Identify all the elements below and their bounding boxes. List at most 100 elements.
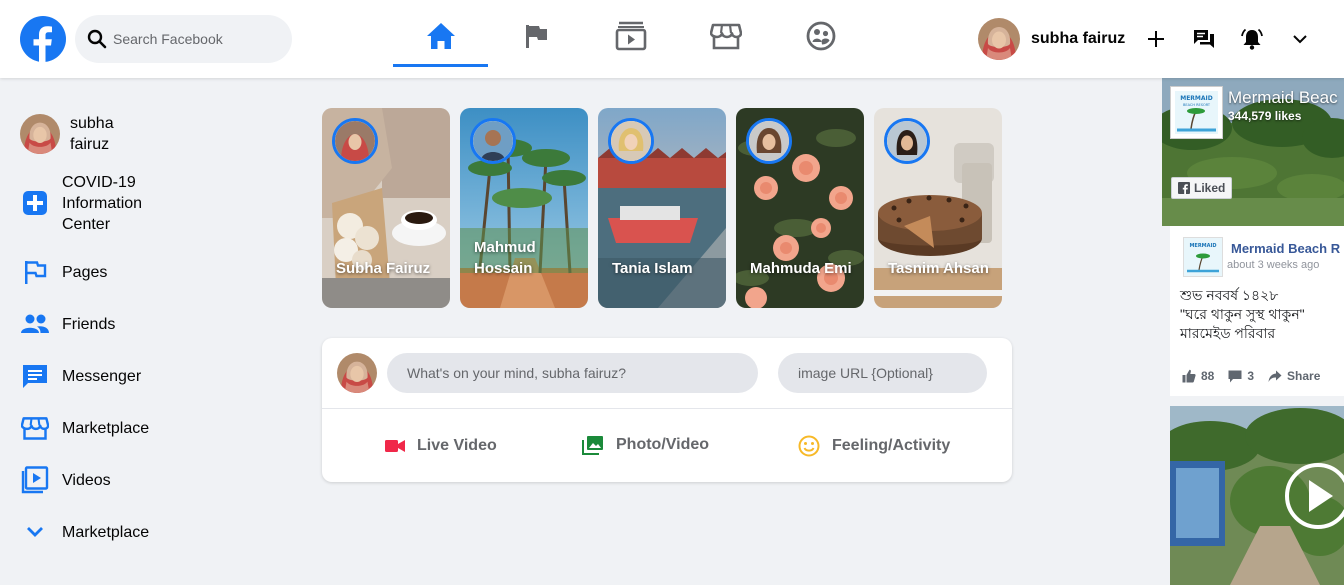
feeling-activity-label: Feeling/Activity [832,437,951,454]
photo-icon [582,435,604,455]
liked-label: Liked [1194,181,1226,195]
notifications-button[interactable] [1240,26,1264,52]
story-card[interactable]: Tania Islam [598,108,726,308]
search-bar[interactable] [75,15,292,63]
page-video[interactable] [1170,406,1344,585]
page-title[interactable]: Mermaid Beac [1228,88,1338,108]
sidebar-item-pages[interactable]: Pages [20,246,200,298]
create-button[interactable] [1144,26,1168,52]
story-card[interactable]: Tasnim Ahsan [874,108,1002,308]
svg-text:MERMAID: MERMAID [1180,95,1213,102]
post-author-name[interactable]: Mermaid Beach R [1231,241,1340,256]
search-icon [87,29,107,49]
facebook-logo-icon[interactable] [20,16,66,62]
comment-icon [1228,370,1242,382]
chevron-down-icon [20,517,50,547]
plus-icon [1148,31,1164,47]
story-avatar [332,118,378,164]
tab-pages[interactable] [488,8,583,64]
story-name: Tania Islam [612,260,693,277]
avatar [978,18,1020,60]
smile-icon [798,435,820,457]
camera-icon [385,439,405,453]
sidebar-item-label: Marketplace [62,419,150,437]
page-cover[interactable]: MERMAID BEACH RESORT Mermaid Beac 344,57… [1162,78,1344,226]
story-avatar [470,118,516,164]
sidebar-user-name: subha fairuz [70,115,114,153]
post-stats: 88 3 Share [1182,369,1334,383]
bell-icon [1241,28,1263,50]
page-likes-count: 344,579 likes [1228,109,1302,123]
like-count: 88 [1201,369,1215,383]
story-name: Tasnim Ahsan [888,260,989,277]
sidebar-item-label: Friends [62,315,116,333]
live-video-label: Live Video [417,437,497,454]
comment-stat[interactable]: 3 [1228,369,1254,383]
sidebar-item-videos[interactable]: Videos [20,454,200,506]
post-composer: Live Video Photo/Video Feeling/Activity [322,338,1012,482]
top-navbar: subha fairuz [0,0,1344,78]
page-plugin: MERMAID BEACH RESORT Mermaid Beac 344,57… [1162,78,1344,585]
friends-icon [20,309,50,339]
page-logo: MERMAID BEACH RESORT [1170,86,1223,139]
messenger-icon [20,361,50,391]
story-name: Mahmuda Emi [750,260,852,277]
watch-icon [615,21,646,51]
sidebar-item-label: Pages [62,263,108,281]
post-text-input[interactable] [387,353,758,393]
story-name: Mahmud Hossain [474,239,536,277]
search-input[interactable] [113,31,283,47]
comment-count: 3 [1247,369,1255,383]
tab-marketplace[interactable] [678,8,773,64]
sidebar-item-marketplace[interactable]: Marketplace [20,402,200,454]
profile-chip[interactable]: subha fairuz [978,18,1125,60]
profile-name: subha fairuz [1031,30,1126,47]
chevron-down-icon [1293,35,1307,44]
store-icon [20,413,50,443]
sidebar-item-label: Marketplace [62,523,150,541]
liked-button[interactable]: Liked [1171,177,1232,199]
tab-groups[interactable] [773,8,868,64]
sidebar-item-label: Videos [62,471,111,489]
store-icon [709,23,742,50]
sidebar-item-label: Messenger [62,367,142,385]
share-button[interactable]: Share [1268,369,1320,383]
video-icon [20,465,50,495]
messenger-button[interactable] [1192,26,1216,52]
account-menu-button[interactable] [1288,26,1312,52]
sidebar-item-covid[interactable]: COVID-19 Information Center [20,170,200,236]
image-url-input[interactable] [778,353,987,393]
sidebar-item-friends[interactable]: Friends [20,298,200,350]
story-card[interactable]: Mahmud Hossain [460,108,588,308]
sidebar-item-profile[interactable]: subha fairuz [20,108,200,160]
svg-text:BEACH RESORT: BEACH RESORT [1183,103,1211,107]
story-card[interactable]: Mahmuda Emi [736,108,864,308]
story-avatar [884,118,930,164]
facebook-f-icon [1178,182,1190,194]
flag-icon [525,25,547,48]
share-label: Share [1287,369,1321,383]
flag-icon [20,257,50,287]
feeling-activity-button[interactable]: Feeling/Activity [798,435,950,457]
story-card[interactable]: Subha Fairuz [322,108,450,308]
plus-square-icon [20,188,50,218]
avatar [337,353,377,393]
photo-video-label: Photo/Video [616,436,710,453]
live-video-button[interactable]: Live Video [385,437,497,455]
photo-video-button[interactable]: Photo/Video [582,435,709,455]
post-author-avatar[interactable]: MERMAID [1183,237,1223,277]
like-stat[interactable]: 88 [1182,369,1214,383]
post-timestamp[interactable]: about 3 weeks ago [1227,259,1319,271]
tab-watch[interactable] [583,8,678,64]
svg-text:MERMAID: MERMAID [1189,243,1216,249]
share-icon [1268,370,1282,382]
tab-home[interactable] [393,8,488,67]
story-avatar [746,118,792,164]
divider [322,408,1012,409]
home-icon [426,23,455,49]
story-name: Subha Fairuz [336,260,431,277]
sidebar-item-see-more[interactable]: Marketplace [20,506,200,558]
thumbs-up-icon [1182,369,1196,383]
post-text: শুভ নববর্ষ ১৪২৮ "ঘরে থাকুন সুস্থ থাকুন" … [1180,287,1305,341]
sidebar-item-messenger[interactable]: Messenger [20,350,200,402]
